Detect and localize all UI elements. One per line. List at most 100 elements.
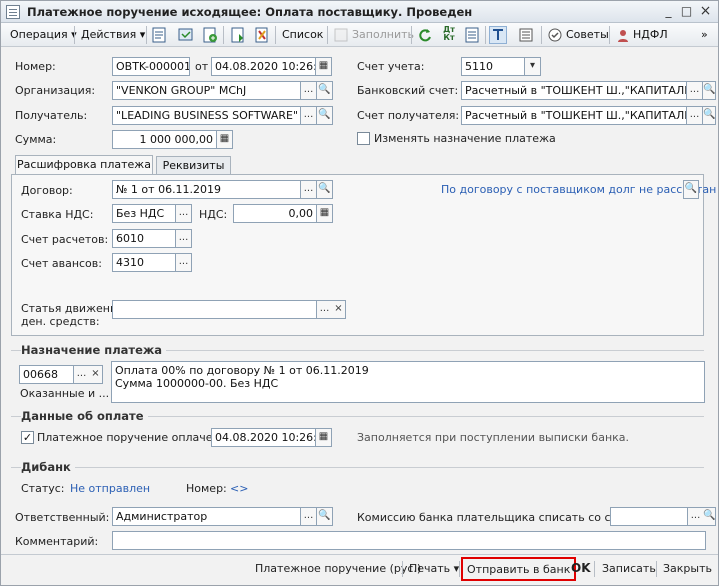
tips-button[interactable]: Советы	[563, 26, 612, 44]
tips-icon[interactable]	[546, 26, 564, 44]
bank-account-label: Банковский счет:	[357, 84, 459, 97]
send-to-bank-button[interactable]: Отправить в банк	[461, 557, 577, 581]
number-field[interactable]: OBTK-000001	[112, 57, 190, 76]
recipient-account-open-icon[interactable]: 🔍	[703, 106, 716, 125]
window-title: Платежное поручение исходящее: Оплата по…	[27, 5, 473, 19]
account-field[interactable]: 5110	[461, 57, 525, 76]
settlement-account-field[interactable]: 6010	[112, 229, 176, 248]
purpose-code-clear-icon[interactable]: ×	[89, 365, 103, 384]
tab-requisites[interactable]: Реквизиты	[156, 156, 231, 175]
new-copy-icon[interactable]	[201, 26, 219, 44]
structure-icon[interactable]	[253, 26, 271, 44]
vat-field[interactable]: 0,00	[233, 204, 317, 223]
organization-field[interactable]: "VENKON GROUP" MChJ	[112, 81, 301, 100]
filter-icon[interactable]	[489, 26, 507, 44]
bottom-bar-divider	[1, 554, 718, 555]
purpose-code-caption: Оказанные и ...	[20, 387, 110, 400]
settlement-account-select-button[interactable]: ...	[176, 229, 192, 248]
cash-flow-label: Статья движения	[21, 302, 124, 315]
purpose-code-select-button[interactable]: ...	[74, 365, 90, 384]
recipient-select-button[interactable]: ...	[301, 106, 317, 125]
contract-open-icon[interactable]: 🔍	[317, 180, 333, 199]
responsible-open-icon[interactable]: 🔍	[317, 507, 333, 526]
commission-select-button[interactable]: ...	[688, 507, 704, 526]
operation-menu[interactable]: Операция ▾	[7, 26, 80, 44]
organization-label: Организация:	[15, 84, 96, 97]
date-field[interactable]: 04.08.2020 10:26:53	[211, 57, 316, 76]
recipient-open-icon[interactable]: 🔍	[317, 106, 333, 125]
sum-label: Сумма:	[15, 133, 57, 146]
settings-icon[interactable]	[517, 26, 535, 44]
fill-button[interactable]: Заполнить	[349, 26, 417, 44]
copy-document-icon[interactable]	[177, 26, 195, 44]
advance-account-field[interactable]: 4310	[112, 253, 176, 272]
payment-group-title: Данные об оплате	[21, 409, 148, 423]
paid-calendar-icon[interactable]: ▦	[316, 428, 332, 447]
print-menu-button[interactable]: Печать ▾	[406, 559, 462, 579]
close-button[interactable]: Закрыть	[660, 559, 715, 579]
cash-flow-field[interactable]	[112, 300, 317, 319]
dt-kt-icon[interactable]: Дт Кт	[440, 26, 458, 44]
sum-field[interactable]: 1 000 000,00	[112, 130, 217, 149]
vat-calculator-icon[interactable]: ▦	[317, 204, 333, 223]
vat-rate-select-button[interactable]: ...	[176, 204, 192, 223]
actions-menu[interactable]: Действия ▾	[78, 26, 148, 44]
account-label: Счет учета:	[357, 60, 425, 73]
responsible-label: Ответственный:	[15, 511, 110, 524]
responsible-select-button[interactable]: ...	[301, 507, 317, 526]
commission-open-icon[interactable]: 🔍	[703, 507, 716, 526]
bank-account-field[interactable]: Расчетный в "ТОШКЕНТ Ш.,"КАПИТАЛБАНК"	[461, 81, 687, 100]
recipient-account-field[interactable]: Расчетный в "ТОШКЕНТ Ш.,"КАПИТАЛБАНК"	[461, 106, 687, 125]
contract-label: Договор:	[21, 184, 73, 197]
purpose-code-field[interactable]: 00668	[19, 365, 74, 384]
comment-field[interactable]	[112, 531, 706, 550]
print-form-button[interactable]: Платежное поручение (рус.)	[252, 559, 424, 579]
vat-label: НДС:	[199, 208, 228, 221]
advance-account-select-button[interactable]: ...	[176, 253, 192, 272]
vat-rate-label: Ставка НДС:	[21, 208, 94, 221]
minimize-button[interactable]: _	[660, 4, 677, 19]
responsible-field[interactable]: Администратор	[112, 507, 301, 526]
dibank-number-value[interactable]: <>	[230, 482, 248, 495]
recipient-account-select-button[interactable]: ...	[687, 106, 703, 125]
enter-based-on-icon[interactable]	[229, 26, 247, 44]
contract-select-button[interactable]: ...	[301, 180, 317, 199]
bank-account-select-button[interactable]: ...	[687, 81, 703, 100]
paid-checkbox[interactable]: ✓	[21, 431, 34, 444]
journal-icon[interactable]	[463, 26, 481, 44]
change-purpose-checkbox[interactable]	[357, 132, 370, 145]
date-from-label: от	[195, 60, 209, 73]
bank-account-open-icon[interactable]: 🔍	[703, 81, 716, 100]
contract-debt-link[interactable]: По договору с поставщиком долг не рассчи…	[441, 183, 716, 196]
list-button[interactable]: Список	[279, 26, 326, 44]
save-button[interactable]: Записать	[599, 559, 659, 579]
commission-label: Комиссию банка плательщика списать со сч…	[357, 511, 641, 524]
paid-date-field[interactable]: 04.08.2020 10:26:53	[211, 428, 316, 447]
vat-rate-field[interactable]: Без НДС	[112, 204, 176, 223]
dibank-status-value[interactable]: Не отправлен	[70, 482, 150, 495]
contract-field[interactable]: № 1 от 06.11.2019	[112, 180, 301, 199]
recipient-field[interactable]: "LEADING BUSINESS SOFTWARE" MChJ	[112, 106, 301, 125]
close-window-button[interactable]: ×	[697, 4, 714, 19]
payment-hint: Заполняется при поступлении выписки банк…	[357, 431, 630, 444]
refresh-icon[interactable]	[416, 26, 434, 44]
cash-flow-select-button[interactable]: ...	[317, 300, 333, 319]
ndfl-button[interactable]: НДФЛ	[630, 26, 671, 44]
organization-select-button[interactable]: ...	[301, 81, 317, 100]
calculator-icon[interactable]: ▦	[217, 130, 233, 149]
organization-open-icon[interactable]: 🔍	[317, 81, 333, 100]
settlement-account-label: Счет расчетов:	[21, 233, 109, 246]
comment-label: Комментарий:	[15, 535, 99, 548]
toolbar: Операция ▾ Действия ▾ Список Заполнить Д…	[1, 23, 718, 47]
ok-button[interactable]: OK	[568, 559, 594, 579]
cash-flow-clear-icon[interactable]: ×	[332, 300, 346, 319]
contract-debt-icon[interactable]: 🔍	[683, 180, 699, 199]
toolbar-more-button[interactable]: »	[698, 26, 711, 44]
post-document-icon[interactable]	[151, 26, 169, 44]
purpose-text-area[interactable]: Оплата 00% по договору № 1 от 06.11.2019…	[111, 361, 705, 403]
maximize-button[interactable]: □	[678, 4, 695, 19]
commission-field[interactable]	[610, 507, 688, 526]
tab-payment-breakdown[interactable]: Расшифровка платежа	[15, 155, 153, 175]
account-dropdown-icon[interactable]: ▾	[525, 57, 541, 76]
calendar-icon[interactable]: ▦	[316, 57, 332, 76]
